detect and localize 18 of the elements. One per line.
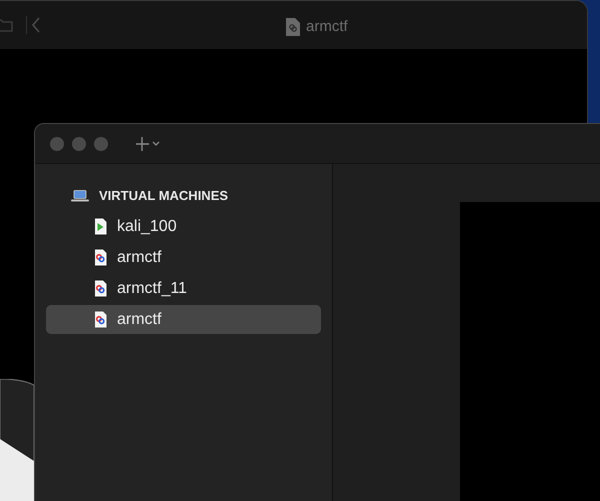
laptop-icon — [71, 190, 89, 202]
sidebar-item[interactable]: armctf — [46, 305, 321, 334]
zoom-button[interactable] — [94, 136, 108, 150]
sidebar-item[interactable]: armctf_11 — [46, 274, 321, 303]
back-icon[interactable] — [31, 16, 41, 34]
folder-icon[interactable] — [0, 17, 14, 33]
window-title: armctf — [306, 17, 348, 37]
minimize-button[interactable] — [72, 136, 86, 150]
sidebar-item[interactable]: armctf — [46, 243, 321, 272]
document-icon — [286, 18, 300, 36]
play-document-icon — [94, 218, 107, 235]
linked-document-icon — [94, 249, 107, 266]
linked-document-icon — [94, 280, 107, 297]
section-header: VIRTUAL MACHINES — [99, 187, 228, 206]
linked-document-icon — [94, 311, 107, 328]
add-icon[interactable] — [136, 136, 162, 150]
close-button[interactable] — [50, 136, 64, 150]
sidebar-item[interactable]: kali_100 — [46, 212, 321, 241]
